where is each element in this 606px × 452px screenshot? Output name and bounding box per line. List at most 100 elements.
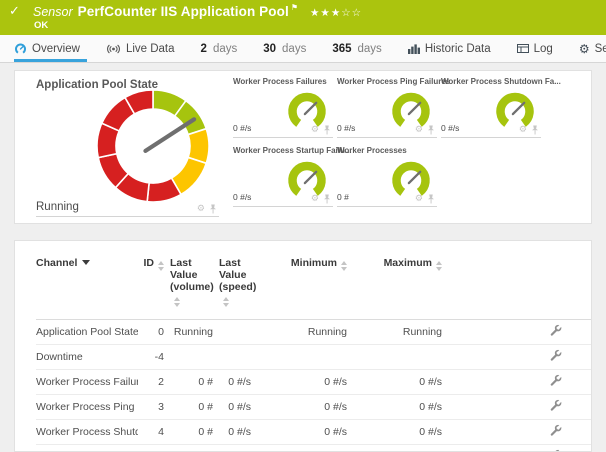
- main-gauge-value: Running: [36, 201, 79, 213]
- channel-gear-icon[interactable]: ⚙: [415, 195, 423, 204]
- table-row: Worker Process Failures20 #0 #/s0 #/s0 #…: [36, 370, 592, 395]
- channel-name-cell[interactable]: Worker Process Shutdo...: [36, 420, 138, 445]
- tab-historic-data[interactable]: Historic Data: [395, 35, 504, 62]
- priority-stars[interactable]: ★★★☆☆: [310, 7, 362, 19]
- pin-icon[interactable]: [427, 125, 435, 135]
- column-header-actions: [448, 255, 592, 320]
- channel-settings-button[interactable]: [549, 324, 562, 337]
- column-header-last-value-volume[interactable]: Last Value (volume): [170, 255, 219, 320]
- table-header-row: Channel ID Last Value (volume) Last Valu…: [36, 255, 592, 320]
- maximum-cell: 0 #/s: [353, 395, 448, 420]
- maximum-cell: 0 #/s: [353, 370, 448, 395]
- column-header-id[interactable]: ID: [138, 255, 170, 320]
- tab-30-days[interactable]: 30days: [250, 35, 319, 62]
- column-header-channel[interactable]: Channel: [36, 255, 138, 320]
- channels-table-panel: Channel ID Last Value (volume) Last Valu…: [14, 240, 592, 452]
- pin-icon[interactable]: [323, 125, 331, 135]
- gauge-needle: [409, 172, 420, 183]
- mini-gauge-tile[interactable]: Worker Process Ping Failures0 #/s⚙: [337, 75, 437, 138]
- last-value-volume-cell: 0 #: [170, 395, 219, 420]
- tab-settings[interactable]: ⚙ Settings: [566, 35, 606, 62]
- wrench-icon: [549, 324, 562, 337]
- column-header-minimum[interactable]: Minimum: [257, 255, 353, 320]
- mini-gauge-title: Worker Process Startup Failu...: [233, 146, 352, 155]
- mini-gauge-title: Worker Processes: [337, 146, 407, 155]
- wrench-icon: [549, 349, 562, 362]
- wrench-icon: [549, 424, 562, 437]
- last-value-speed-cell: 0 #/s: [219, 370, 257, 395]
- gear-icon: ⚙: [579, 43, 590, 55]
- channel-name-cell[interactable]: Worker Process Ping Fa...: [36, 395, 138, 420]
- last-value-speed-cell: [219, 320, 257, 345]
- application-pool-state-gauge: [91, 84, 215, 208]
- table-row: Worker Process Ping Fa...30 #0 #/s0 #/s0…: [36, 395, 592, 420]
- minimum-cell: 0 #/s: [257, 420, 353, 445]
- channel-gear-icon[interactable]: ⚙: [311, 126, 319, 135]
- tab-log-label: Log: [534, 43, 553, 55]
- channel-gear-icon[interactable]: ⚙: [415, 126, 423, 135]
- maximum-cell: 0 #/s: [353, 420, 448, 445]
- tab-live-data-label: Live Data: [126, 43, 175, 55]
- channel-settings-button[interactable]: [549, 349, 562, 362]
- tab-overview-label: Overview: [32, 43, 80, 55]
- channel-settings-button[interactable]: [549, 424, 562, 437]
- gauge-needle: [409, 103, 420, 114]
- flag-icon: ⚑: [291, 3, 298, 12]
- sensor-title: PerfCounter IIS Application Pool: [78, 4, 289, 19]
- minimum-cell: Running: [257, 320, 353, 345]
- mini-gauge-tile[interactable]: Worker Processes 0 # ⚙: [337, 144, 437, 207]
- wrench-icon: [549, 374, 562, 387]
- mini-gauge-value: 0 #: [337, 192, 349, 202]
- channel-actions-cell: [448, 395, 592, 420]
- sensor-tabbar: Overview Live Data 2days 30days 365days …: [0, 35, 606, 63]
- pin-icon[interactable]: [427, 194, 435, 204]
- tab-overview[interactable]: Overview: [14, 35, 93, 62]
- bar-chart-icon: [408, 44, 420, 54]
- mini-gauge-title: Worker Process Failures: [233, 77, 327, 86]
- tab-settings-label: Settings: [595, 43, 606, 55]
- maximum-cell: [353, 345, 448, 370]
- last-value-speed-cell: [219, 345, 257, 370]
- tab-log[interactable]: Log: [504, 35, 566, 62]
- mini-gauge-value: 0 #/s: [233, 123, 251, 133]
- mini-gauge-tile[interactable]: Worker Process Startup Failu...0 #/s⚙: [233, 144, 333, 207]
- prtg-sensor-overview-page: { "header": { "status_icon": "✓", "kind_…: [0, 0, 606, 452]
- minimum-cell: [257, 345, 353, 370]
- channel-gear-icon[interactable]: ⚙: [311, 195, 319, 204]
- last-value-volume-cell: [170, 345, 219, 370]
- channel-name-cell[interactable]: Application Pool State: [36, 320, 138, 345]
- sensor-status-text: OK: [34, 20, 48, 31]
- sort-icon: [341, 261, 347, 271]
- pin-icon[interactable]: [209, 204, 217, 214]
- channel-id-cell: 3: [138, 395, 170, 420]
- tab-365-days[interactable]: 365days: [319, 35, 394, 62]
- status-ok-check-icon: ✓: [9, 4, 20, 19]
- tab-2-days[interactable]: 2days: [188, 35, 251, 62]
- channel-name-cell[interactable]: Downtime: [36, 345, 138, 370]
- pin-icon[interactable]: [531, 125, 539, 135]
- mini-gauge-tile[interactable]: Worker Process Shutdown Fa...0 #/s⚙: [441, 75, 541, 138]
- channel-gear-icon[interactable]: ⚙: [519, 126, 527, 135]
- last-value-volume-cell: Running: [170, 320, 219, 345]
- maximum-cell: 0 #/s: [353, 445, 448, 452]
- channel-name-cell[interactable]: Worker Process Failures: [36, 370, 138, 395]
- channel-id-cell: 0: [138, 320, 170, 345]
- sort-icon: [436, 261, 442, 271]
- channel-gear-icon[interactable]: ⚙: [197, 205, 205, 214]
- column-header-maximum[interactable]: Maximum: [353, 255, 448, 320]
- wrench-icon: [549, 399, 562, 412]
- live-broadcast-icon: [106, 44, 121, 54]
- maximum-cell: Running: [353, 320, 448, 345]
- mini-gauges-grid: Worker Process Failures0 #/s⚙Worker Proc…: [233, 75, 541, 207]
- overview-gauges-panel: Application Pool State Running ⚙ Worker …: [14, 70, 592, 224]
- mini-gauge-value: 0 #/s: [441, 123, 459, 133]
- mini-gauge-value: 0 #/s: [337, 123, 355, 133]
- tab-live-data[interactable]: Live Data: [93, 35, 188, 62]
- column-header-last-value-speed[interactable]: Last Value (speed): [219, 255, 257, 320]
- channel-settings-button[interactable]: [549, 399, 562, 412]
- mini-gauge-tile[interactable]: Worker Process Failures 0 #/s ⚙: [233, 75, 333, 138]
- channel-name-cell[interactable]: Worker Process Startup...: [36, 445, 138, 452]
- channel-settings-button[interactable]: [549, 374, 562, 387]
- gauge-needle: [305, 103, 316, 114]
- pin-icon[interactable]: [323, 194, 331, 204]
